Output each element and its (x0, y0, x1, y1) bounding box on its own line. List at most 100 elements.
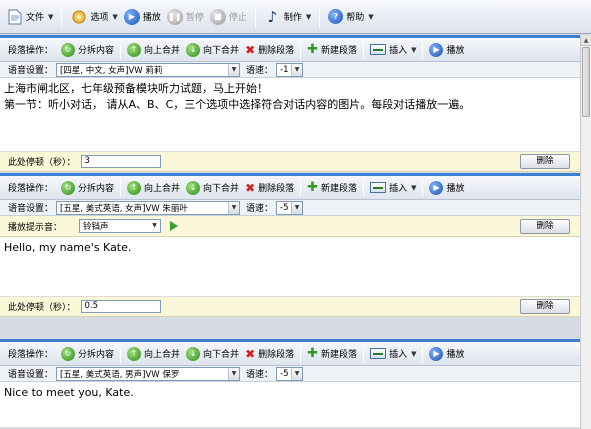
play-prompt-icon[interactable] (170, 221, 179, 231)
pause-button[interactable]: ❚❚ 暂停 (164, 4, 207, 30)
voice-select[interactable]: [五星, 美式英语, 女声]VW 朱丽叶 ▼ (56, 200, 241, 215)
arrow-up-icon: ↑ (127, 42, 142, 57)
make-menu-label: 制作 (283, 13, 302, 23)
play-label: 播放 (142, 13, 161, 23)
paragraph-text-line: 上海市闸北区，七年级预备模块听力试题，马上开始！ (4, 82, 268, 95)
chevron-down-icon: ▼ (48, 12, 54, 21)
pause-row: 此处停顿（秒）： 0.5 删除 (0, 297, 580, 317)
play-icon: ▶ (429, 180, 444, 195)
scrollbar-thumb[interactable] (582, 47, 590, 117)
vertical-scrollbar[interactable]: ▲ (580, 35, 591, 429)
stop-button[interactable]: ■ 停止 (207, 4, 250, 30)
split-content-label: 分拆内容 (78, 46, 115, 56)
speed-label: 语速： (246, 370, 274, 380)
options-menu-label: 选项 (90, 13, 109, 23)
split-icon: ↻ (61, 42, 76, 57)
delete-paragraph-button[interactable]: ✖ 删除段落 (242, 344, 297, 364)
chevron-down-icon: ▼ (228, 367, 240, 380)
prompt-sound-label: 播放提示音： (8, 222, 63, 233)
toolbar-divider (300, 344, 302, 363)
merge-up-label: 向上合并 (144, 350, 181, 360)
music-note-icon: ♪ (267, 7, 278, 26)
insert-menu-button[interactable]: 插入 ▼ (367, 40, 419, 60)
delete-pause-button[interactable]: 删除 (520, 299, 570, 314)
plus-icon: ✚ (307, 180, 319, 195)
paragraph-toolbar: 段落操作： ↻ 分拆内容 ↑ 向上合并 ↓ 向下合并 ✖ 删除段落 ✚ 新建段落 插入 ▼ … (0, 342, 580, 366)
voice-settings-row: 语音设置： [五星, 美式英语, 女声]VW 朱丽叶 ▼ 语速： -5 ▼ (0, 200, 580, 216)
voice-settings-row: 语音设置： [五星, 美式英语, 男声]VW 保罗 ▼ 语速： -5 ▼ (0, 366, 580, 382)
paragraph-toolbar: 段落操作： ↻ 分拆内容 ↑ 向上合并 ↓ 向下合并 ✖ 删除段落 ✚ 新建段落 插入 ▼ … (0, 38, 580, 62)
merge-down-button[interactable]: ↓ 向下合并 (183, 344, 242, 364)
play-button[interactable]: ▶ 播放 (121, 4, 164, 30)
make-menu-button[interactable]: ♪ 制作 ▼ (261, 4, 314, 30)
speed-select[interactable]: -5 ▼ (276, 200, 304, 215)
insert-menu-button[interactable]: 插入 ▼ (367, 344, 419, 364)
play-icon: ▶ (429, 346, 444, 361)
merge-up-button[interactable]: ↑ 向上合并 (124, 178, 183, 198)
plus-icon: ✚ (307, 42, 319, 57)
insert-label: 插入 (389, 184, 408, 194)
merge-up-button[interactable]: ↑ 向上合并 (124, 40, 183, 60)
chevron-down-icon: ▼ (368, 12, 374, 21)
toolbar-divider (422, 178, 424, 197)
toolbar-divider (120, 344, 122, 363)
options-menu-button[interactable]: 选项 ▼ (67, 4, 120, 30)
pause-icon: ❚❚ (166, 8, 183, 25)
prompt-sound-select[interactable]: 铃铛声 ▼ (79, 219, 162, 233)
voice-settings-label: 语音设置： (8, 204, 54, 214)
chevron-down-icon: ▼ (228, 63, 240, 76)
voice-select[interactable]: [五星, 美式英语, 男声]VW 保罗 ▼ (56, 366, 241, 381)
file-menu-button[interactable]: 文件 ▼ (3, 4, 56, 30)
help-menu-button[interactable]: ? 帮助 ▼ (325, 4, 376, 30)
paragraph-play-button[interactable]: ▶ 播放 (426, 40, 467, 60)
play-icon: ▶ (429, 42, 444, 57)
paragraph-ops-label: 段落操作： (8, 46, 54, 56)
chevron-down-icon: ▼ (411, 349, 417, 358)
split-content-button[interactable]: ↻ 分拆内容 (58, 344, 117, 364)
paragraph-play-button[interactable]: ▶ 播放 (426, 178, 467, 198)
prompt-sound-value: 铃铛声 (83, 222, 109, 232)
delete-x-icon: ✖ (245, 180, 256, 195)
split-content-button[interactable]: ↻ 分拆内容 (58, 178, 117, 198)
scroll-up-arrow-icon[interactable]: ▲ (581, 35, 591, 46)
paragraph-text-area[interactable]: Nice to meet you, Kate. (0, 382, 580, 428)
paragraph-text-area[interactable]: Hello, my name's Kate. (0, 237, 580, 297)
speed-select[interactable]: -1 ▼ (276, 62, 304, 77)
new-paragraph-button[interactable]: ✚ 新建段落 (304, 40, 360, 60)
pause-seconds-input[interactable]: 3 (80, 155, 161, 168)
paragraph-text-line: Hello, my name's Kate. (4, 241, 132, 254)
merge-down-label: 向下合并 (203, 350, 240, 360)
speed-select-value: -5 (280, 202, 289, 213)
merge-down-button[interactable]: ↓ 向下合并 (183, 178, 242, 198)
paragraph-text-area[interactable]: 上海市闸北区，七年级预备模块听力试题，马上开始！ 第一节：听小对话， 请从A、B… (0, 78, 580, 152)
split-content-button[interactable]: ↻ 分拆内容 (58, 40, 117, 60)
help-icon: ? (328, 9, 344, 24)
paragraph-play-button[interactable]: ▶ 播放 (426, 344, 467, 364)
toolbar-divider (120, 40, 122, 59)
merge-down-label: 向下合并 (203, 46, 240, 56)
pause-seconds-input[interactable]: 0.5 (80, 300, 161, 313)
new-paragraph-button[interactable]: ✚ 新建段落 (304, 178, 360, 198)
toolbar-divider (254, 5, 256, 28)
chevron-down-icon: ▼ (149, 220, 161, 232)
merge-up-button[interactable]: ↑ 向上合并 (124, 344, 183, 364)
toolbar-divider (319, 5, 321, 28)
pause-row: 此处停顿（秒）： 3 删除 (0, 152, 580, 172)
new-paragraph-button[interactable]: ✚ 新建段落 (304, 344, 360, 364)
merge-down-label: 向下合并 (203, 184, 240, 194)
insert-menu-button[interactable]: 插入 ▼ (367, 178, 419, 198)
speed-label: 语速： (246, 66, 274, 76)
paragraph-play-label: 播放 (446, 184, 465, 194)
paragraph-block: 段落操作： ↻ 分拆内容 ↑ 向上合并 ↓ 向下合并 ✖ 删除段落 ✚ 新建段落 插入 ▼ … (0, 339, 580, 428)
voice-select[interactable]: [四星, 中文, 女声]VW 莉莉 ▼ (56, 62, 241, 77)
chevron-down-icon: ▼ (291, 63, 303, 76)
delete-paragraph-button[interactable]: ✖ 删除段落 (242, 178, 297, 198)
speed-select-value: -1 (280, 64, 289, 75)
speed-select[interactable]: -5 ▼ (276, 366, 304, 381)
delete-paragraph-button[interactable]: ✖ 删除段落 (242, 40, 297, 60)
merge-down-button[interactable]: ↓ 向下合并 (183, 40, 242, 60)
delete-prompt-button[interactable]: 删除 (520, 218, 570, 234)
delete-pause-button[interactable]: 删除 (520, 154, 570, 169)
speed-select-value: -5 (280, 368, 289, 379)
toolbar-divider (422, 344, 424, 363)
